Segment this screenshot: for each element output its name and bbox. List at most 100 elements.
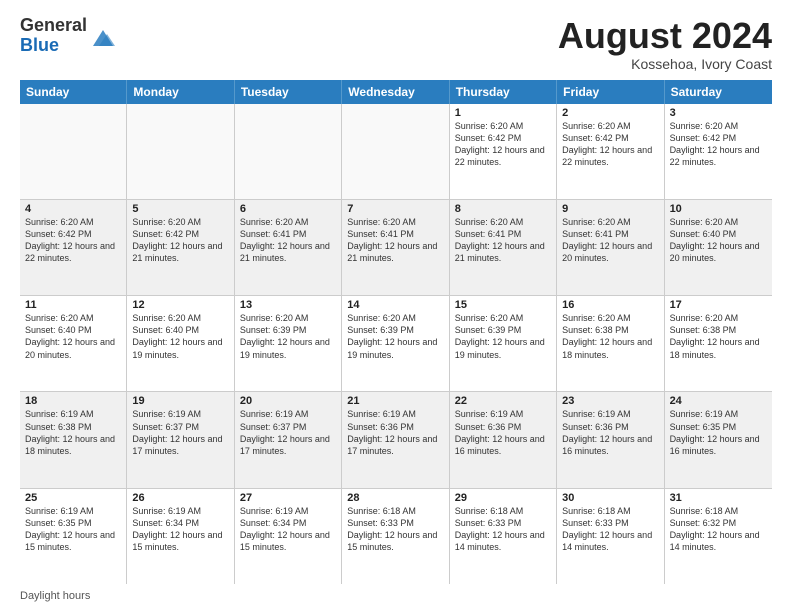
calendar-cell: 3Sunrise: 6:20 AMSunset: 6:42 PMDaylight… xyxy=(665,104,772,199)
cell-info: Sunrise: 6:19 AMSunset: 6:36 PMDaylight:… xyxy=(455,408,551,457)
day-number: 11 xyxy=(25,299,121,311)
calendar-cell: 26Sunrise: 6:19 AMSunset: 6:34 PMDayligh… xyxy=(127,489,234,584)
cell-info: Sunrise: 6:20 AMSunset: 6:39 PMDaylight:… xyxy=(347,312,443,361)
cell-info: Sunrise: 6:20 AMSunset: 6:41 PMDaylight:… xyxy=(240,216,336,265)
footer-label: Daylight hours xyxy=(20,590,90,602)
day-number: 3 xyxy=(670,107,767,119)
calendar-cell: 29Sunrise: 6:18 AMSunset: 6:33 PMDayligh… xyxy=(450,489,557,584)
calendar-cell: 8Sunrise: 6:20 AMSunset: 6:41 PMDaylight… xyxy=(450,200,557,295)
day-number: 10 xyxy=(670,203,767,215)
calendar-cell xyxy=(20,104,127,199)
cell-info: Sunrise: 6:20 AMSunset: 6:39 PMDaylight:… xyxy=(240,312,336,361)
cell-info: Sunrise: 6:19 AMSunset: 6:35 PMDaylight:… xyxy=(25,505,121,554)
calendar-cell: 23Sunrise: 6:19 AMSunset: 6:36 PMDayligh… xyxy=(557,392,664,487)
calendar-cell: 5Sunrise: 6:20 AMSunset: 6:42 PMDaylight… xyxy=(127,200,234,295)
header-cell-sunday: Sunday xyxy=(20,80,127,104)
cell-info: Sunrise: 6:19 AMSunset: 6:37 PMDaylight:… xyxy=(132,408,228,457)
logo-blue: Blue xyxy=(20,35,59,55)
calendar-cell: 14Sunrise: 6:20 AMSunset: 6:39 PMDayligh… xyxy=(342,296,449,391)
cell-info: Sunrise: 6:20 AMSunset: 6:40 PMDaylight:… xyxy=(132,312,228,361)
cell-info: Sunrise: 6:20 AMSunset: 6:41 PMDaylight:… xyxy=(455,216,551,265)
calendar-row-2: 4Sunrise: 6:20 AMSunset: 6:42 PMDaylight… xyxy=(20,200,772,296)
calendar-cell: 6Sunrise: 6:20 AMSunset: 6:41 PMDaylight… xyxy=(235,200,342,295)
calendar-body: 1Sunrise: 6:20 AMSunset: 6:42 PMDaylight… xyxy=(20,104,772,584)
calendar-cell: 28Sunrise: 6:18 AMSunset: 6:33 PMDayligh… xyxy=(342,489,449,584)
cell-info: Sunrise: 6:20 AMSunset: 6:40 PMDaylight:… xyxy=(25,312,121,361)
logo-general: General xyxy=(20,15,87,35)
calendar-row-4: 18Sunrise: 6:19 AMSunset: 6:38 PMDayligh… xyxy=(20,392,772,488)
calendar-row-1: 1Sunrise: 6:20 AMSunset: 6:42 PMDaylight… xyxy=(20,104,772,200)
day-number: 6 xyxy=(240,203,336,215)
day-number: 14 xyxy=(347,299,443,311)
calendar-cell: 1Sunrise: 6:20 AMSunset: 6:42 PMDaylight… xyxy=(450,104,557,199)
header-cell-tuesday: Tuesday xyxy=(235,80,342,104)
calendar-cell: 31Sunrise: 6:18 AMSunset: 6:32 PMDayligh… xyxy=(665,489,772,584)
calendar-cell: 22Sunrise: 6:19 AMSunset: 6:36 PMDayligh… xyxy=(450,392,557,487)
day-number: 22 xyxy=(455,395,551,407)
calendar-cell: 17Sunrise: 6:20 AMSunset: 6:38 PMDayligh… xyxy=(665,296,772,391)
cell-info: Sunrise: 6:20 AMSunset: 6:42 PMDaylight:… xyxy=(132,216,228,265)
calendar-cell: 4Sunrise: 6:20 AMSunset: 6:42 PMDaylight… xyxy=(20,200,127,295)
calendar-cell: 15Sunrise: 6:20 AMSunset: 6:39 PMDayligh… xyxy=(450,296,557,391)
calendar-cell: 21Sunrise: 6:19 AMSunset: 6:36 PMDayligh… xyxy=(342,392,449,487)
cell-info: Sunrise: 6:20 AMSunset: 6:42 PMDaylight:… xyxy=(670,120,767,169)
header-cell-wednesday: Wednesday xyxy=(342,80,449,104)
calendar-cell: 30Sunrise: 6:18 AMSunset: 6:33 PMDayligh… xyxy=(557,489,664,584)
cell-info: Sunrise: 6:18 AMSunset: 6:33 PMDaylight:… xyxy=(347,505,443,554)
day-number: 21 xyxy=(347,395,443,407)
day-number: 30 xyxy=(562,492,658,504)
header-cell-friday: Friday xyxy=(557,80,664,104)
cell-info: Sunrise: 6:19 AMSunset: 6:34 PMDaylight:… xyxy=(240,505,336,554)
day-number: 13 xyxy=(240,299,336,311)
calendar-cell: 12Sunrise: 6:20 AMSunset: 6:40 PMDayligh… xyxy=(127,296,234,391)
day-number: 19 xyxy=(132,395,228,407)
day-number: 31 xyxy=(670,492,767,504)
cell-info: Sunrise: 6:20 AMSunset: 6:38 PMDaylight:… xyxy=(562,312,658,361)
day-number: 1 xyxy=(455,107,551,119)
cell-info: Sunrise: 6:20 AMSunset: 6:41 PMDaylight:… xyxy=(347,216,443,265)
header-cell-saturday: Saturday xyxy=(665,80,772,104)
day-number: 27 xyxy=(240,492,336,504)
calendar-cell: 13Sunrise: 6:20 AMSunset: 6:39 PMDayligh… xyxy=(235,296,342,391)
calendar-cell: 7Sunrise: 6:20 AMSunset: 6:41 PMDaylight… xyxy=(342,200,449,295)
day-number: 8 xyxy=(455,203,551,215)
cell-info: Sunrise: 6:20 AMSunset: 6:42 PMDaylight:… xyxy=(455,120,551,169)
cell-info: Sunrise: 6:19 AMSunset: 6:36 PMDaylight:… xyxy=(347,408,443,457)
cell-info: Sunrise: 6:20 AMSunset: 6:42 PMDaylight:… xyxy=(562,120,658,169)
logo-text: General Blue xyxy=(20,16,87,56)
cell-info: Sunrise: 6:19 AMSunset: 6:38 PMDaylight:… xyxy=(25,408,121,457)
cell-info: Sunrise: 6:19 AMSunset: 6:37 PMDaylight:… xyxy=(240,408,336,457)
calendar-cell xyxy=(235,104,342,199)
cell-info: Sunrise: 6:19 AMSunset: 6:34 PMDaylight:… xyxy=(132,505,228,554)
calendar-cell: 19Sunrise: 6:19 AMSunset: 6:37 PMDayligh… xyxy=(127,392,234,487)
day-number: 9 xyxy=(562,203,658,215)
day-number: 12 xyxy=(132,299,228,311)
header-cell-monday: Monday xyxy=(127,80,234,104)
day-number: 15 xyxy=(455,299,551,311)
calendar-cell xyxy=(127,104,234,199)
day-number: 25 xyxy=(25,492,121,504)
day-number: 23 xyxy=(562,395,658,407)
calendar-cell: 2Sunrise: 6:20 AMSunset: 6:42 PMDaylight… xyxy=(557,104,664,199)
calendar-cell: 16Sunrise: 6:20 AMSunset: 6:38 PMDayligh… xyxy=(557,296,664,391)
calendar-cell: 25Sunrise: 6:19 AMSunset: 6:35 PMDayligh… xyxy=(20,489,127,584)
day-number: 29 xyxy=(455,492,551,504)
day-number: 26 xyxy=(132,492,228,504)
calendar: SundayMondayTuesdayWednesdayThursdayFrid… xyxy=(20,80,772,584)
day-number: 18 xyxy=(25,395,121,407)
logo-icon xyxy=(89,22,117,50)
calendar-row-3: 11Sunrise: 6:20 AMSunset: 6:40 PMDayligh… xyxy=(20,296,772,392)
header: General Blue August 2024 Kossehoa, Ivory… xyxy=(20,16,772,72)
day-number: 5 xyxy=(132,203,228,215)
day-number: 28 xyxy=(347,492,443,504)
calendar-cell: 10Sunrise: 6:20 AMSunset: 6:40 PMDayligh… xyxy=(665,200,772,295)
cell-info: Sunrise: 6:20 AMSunset: 6:39 PMDaylight:… xyxy=(455,312,551,361)
calendar-cell: 27Sunrise: 6:19 AMSunset: 6:34 PMDayligh… xyxy=(235,489,342,584)
calendar-row-5: 25Sunrise: 6:19 AMSunset: 6:35 PMDayligh… xyxy=(20,489,772,584)
cell-info: Sunrise: 6:18 AMSunset: 6:33 PMDaylight:… xyxy=(455,505,551,554)
day-number: 2 xyxy=(562,107,658,119)
logo: General Blue xyxy=(20,16,117,56)
day-number: 20 xyxy=(240,395,336,407)
calendar-cell: 20Sunrise: 6:19 AMSunset: 6:37 PMDayligh… xyxy=(235,392,342,487)
location: Kossehoa, Ivory Coast xyxy=(558,56,772,72)
